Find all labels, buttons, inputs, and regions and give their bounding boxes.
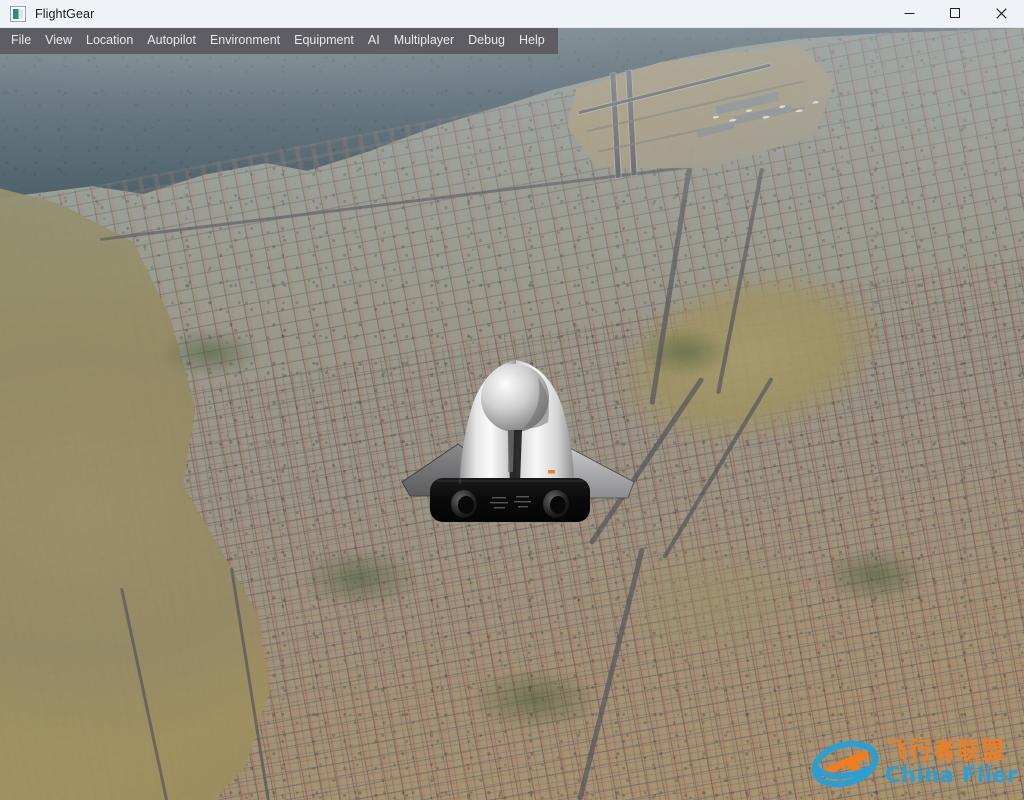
menu-item-ai[interactable]: AI [361, 30, 387, 52]
menu-item-equipment[interactable]: Equipment [287, 30, 361, 52]
menu-item-environment[interactable]: Environment [203, 30, 287, 52]
maximize-icon [949, 8, 960, 18]
minimize-button[interactable] [886, 0, 932, 28]
marker-light [548, 470, 555, 474]
window-title: FlightGear [35, 6, 95, 21]
window-controls [886, 0, 1024, 28]
flightgear-app-icon [10, 5, 26, 22]
nozzle-inner-right [550, 496, 566, 514]
menu-item-file[interactable]: File [4, 30, 38, 52]
close-button[interactable] [978, 0, 1024, 28]
menu-item-help[interactable]: Help [512, 30, 552, 52]
menu-item-location[interactable]: Location [79, 30, 140, 52]
menu-item-autopilot[interactable]: Autopilot [140, 30, 203, 52]
close-icon [995, 8, 1007, 19]
menu-item-debug[interactable]: Debug [461, 30, 512, 52]
menu-item-view[interactable]: View [38, 30, 79, 52]
title-bar: FlightGear [0, 0, 1024, 28]
menu-item-multiplayer[interactable]: Multiplayer [387, 30, 461, 52]
flightgear-window: FlightGear File View Location Autopilot … [0, 0, 1024, 800]
aircraft-model [398, 344, 648, 544]
nozzle-inner-left [458, 496, 474, 514]
maximize-button[interactable] [932, 0, 978, 28]
3d-viewport[interactable]: 飞行者联盟 China Flier [0, 28, 1024, 800]
minimize-icon [904, 13, 914, 14]
center-spine-highlight [508, 430, 514, 472]
menu-bar: File View Location Autopilot Environment… [0, 28, 558, 54]
